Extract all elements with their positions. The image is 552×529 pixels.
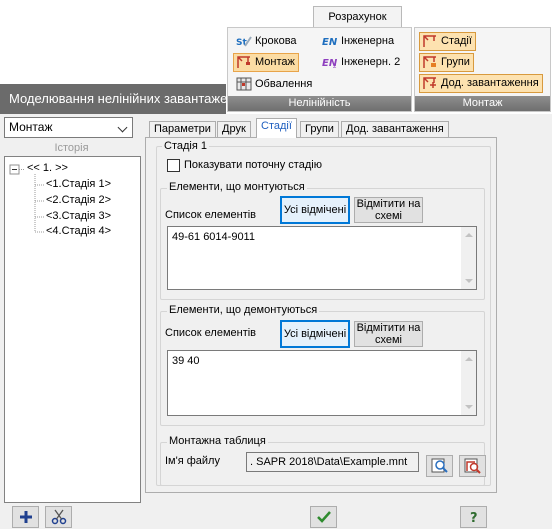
help-icon: ?: [470, 511, 478, 525]
tree-item-stage-4[interactable]: <4.Стадія 4>: [46, 225, 111, 237]
dismantled-list-scrollbar[interactable]: [461, 351, 476, 415]
dismantled-all-selected-button[interactable]: Усі відмічені: [280, 320, 350, 348]
chevron-down-icon: [117, 122, 128, 133]
show-current-stage-checkbox[interactable]: [167, 159, 180, 172]
ribbon-group-caption-nonlinearity: Нелінійність: [228, 96, 411, 111]
help-button[interactable]: ?: [460, 506, 487, 528]
load-file-button[interactable]: [459, 455, 486, 477]
history-label: Історія: [54, 142, 89, 154]
stages-label: Стадії: [441, 35, 472, 47]
stages-button[interactable]: Стадії: [419, 32, 476, 51]
window-title: Моделювання нелінійних завантажень: [0, 84, 226, 114]
show-current-stage-label: Показувати поточну стадію: [184, 159, 322, 171]
step-button[interactable]: St Крокова: [234, 32, 300, 51]
dismantled-elements-title: Елементи, що демонтуються: [167, 304, 320, 316]
browse-file-icon: [431, 458, 448, 473]
groups-icon: [423, 56, 436, 69]
ok-button[interactable]: [310, 506, 337, 528]
engineering-icon: EN: [322, 37, 338, 48]
checkmark-icon: [316, 511, 331, 523]
mounted-all-selected-label: Усі відмічені: [283, 204, 347, 216]
ribbon-group-nonlinearity: St Крокова EN Інженерна Монтаж EN 2 Інженерн…: [227, 27, 412, 112]
dismantled-mark-on-scheme-button[interactable]: Відмітити на схемі: [354, 321, 423, 347]
load-file-icon: [464, 458, 481, 474]
mounted-elements-title: Елементи, що монтуються: [167, 181, 307, 193]
tab-parameters[interactable]: Параметри: [149, 121, 216, 137]
mounted-mark-on-scheme-label: Відмітити на схемі: [356, 198, 421, 222]
dismantled-elements-list[interactable]: 39 40: [167, 350, 477, 416]
ribbon-tab-calculation[interactable]: Розрахунок: [313, 6, 402, 28]
mounted-list-scrollbar[interactable]: [461, 227, 476, 289]
additional-load-label: Дод. завантаження: [441, 77, 539, 89]
mounted-mark-on-scheme-button[interactable]: Відмітити на схемі: [354, 197, 423, 223]
mounting-label: Монтаж: [255, 56, 295, 68]
engineering2-icon: EN2: [322, 58, 338, 69]
engineering2-label: Інженерн. 2: [341, 56, 401, 68]
stages-panel: Стадія 1 Показувати поточну стадію Елеме…: [145, 137, 497, 493]
dismantled-list-label: Список елементів: [165, 327, 257, 339]
collapse-button[interactable]: Обвалення: [234, 75, 315, 94]
tab-additional-load[interactable]: Дод. завантаження: [341, 121, 449, 137]
tree-item-stage-3[interactable]: <3.Стадія 3>: [46, 210, 111, 222]
add-button[interactable]: [12, 506, 39, 528]
step-label: Крокова: [255, 35, 297, 47]
groups-button[interactable]: Групи: [419, 53, 474, 72]
dismantled-mark-on-scheme-label: Відмітити на схемі: [356, 322, 421, 346]
tab-groups[interactable]: Групи: [300, 121, 339, 137]
stages-icon: [423, 35, 436, 48]
plus-icon: [19, 511, 32, 523]
additional-load-button[interactable]: Дод. завантаження: [419, 74, 543, 93]
assembly-table-title: Монтажна таблиця: [167, 435, 268, 447]
stage-title: Стадія 1: [162, 140, 209, 152]
mounting-button[interactable]: Монтаж: [233, 53, 299, 72]
ribbon-group-caption-mounting: Монтаж: [415, 96, 550, 111]
engineering-button[interactable]: EN Інженерна: [320, 32, 397, 51]
ribbon-group-mounting: Стадії Групи Дод. завантаження Монтаж: [414, 27, 551, 112]
engineering2-button[interactable]: EN 2 Інженерн. 2: [320, 53, 403, 72]
browse-file-button[interactable]: [426, 455, 453, 477]
collapse-label: Обвалення: [255, 78, 313, 90]
file-name-value: . SAPR 2018\Data\Example.mnt: [250, 456, 408, 468]
tree-item-stage-2[interactable]: <2.Стадія 2>: [46, 194, 111, 206]
mode-select[interactable]: Монтаж: [4, 117, 133, 138]
mounted-elements-list[interactable]: 49-61 6014-9011: [167, 226, 477, 290]
collapse-icon: [236, 77, 252, 91]
step-icon: St: [236, 36, 252, 48]
mounted-elements-value: 49-61 6014-9011: [172, 231, 255, 243]
mounted-all-selected-button[interactable]: Усі відмічені: [280, 196, 350, 224]
svg-text:EN: EN: [322, 37, 338, 48]
additional-load-icon: [423, 77, 436, 90]
tab-stages[interactable]: Стадії: [256, 118, 297, 138]
mode-select-value: Монтаж: [9, 120, 53, 134]
mounted-list-label: Список елементів: [165, 209, 257, 221]
cut-button[interactable]: [45, 506, 72, 528]
file-name-input[interactable]: . SAPR 2018\Data\Example.mnt: [246, 452, 419, 472]
tree-root[interactable]: << 1. >>: [27, 162, 68, 174]
svg-text:?: ?: [470, 511, 478, 525]
dismantled-elements-value: 39 40: [172, 355, 200, 367]
file-name-label: Ім'я файлу: [165, 455, 220, 467]
dismantled-all-selected-label: Усі відмічені: [283, 328, 347, 340]
tab-print[interactable]: Друк: [217, 121, 251, 137]
tree-item-stage-1[interactable]: <1.Стадія 1>: [46, 178, 111, 190]
crane-icon: [237, 56, 250, 69]
engineering-label: Інженерна: [341, 35, 395, 47]
history-tree[interactable]: << 1. >> <1.Стадія 1> <2.Стадія 2> <3.Ст…: [4, 156, 141, 503]
groups-label: Групи: [441, 56, 470, 68]
scissors-icon: [51, 509, 66, 525]
